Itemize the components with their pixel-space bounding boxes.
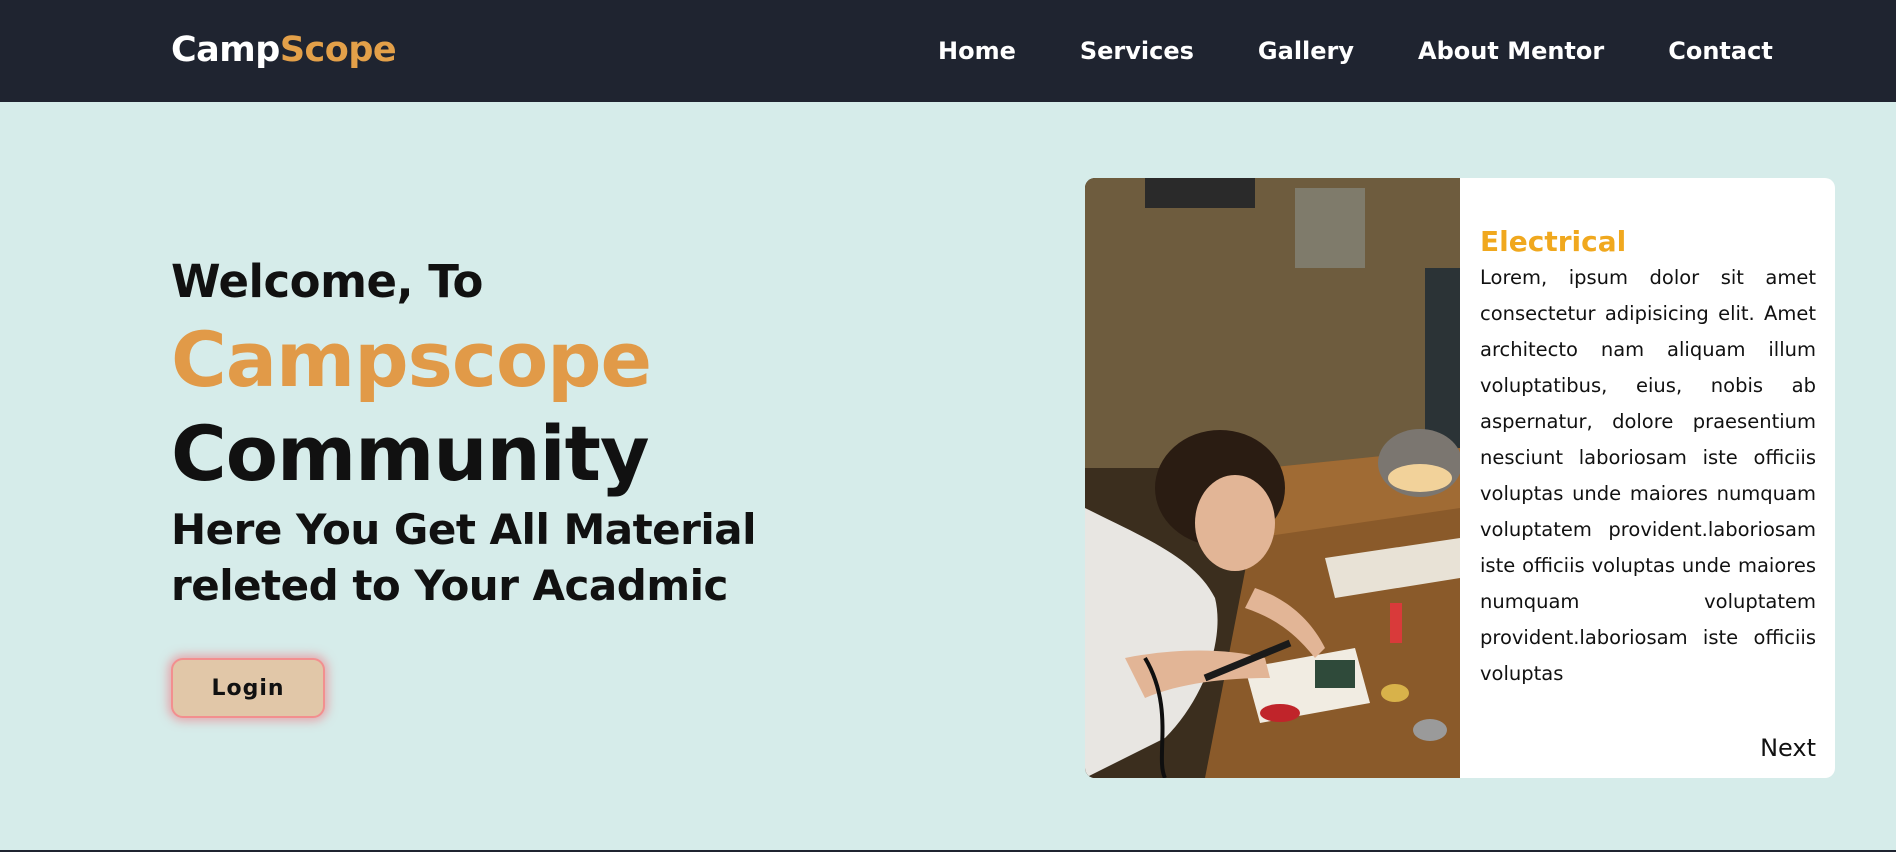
service-card-description: Lorem, ipsum dolor sit amet consectetur … <box>1480 266 1816 685</box>
hero-brand-name: Campscope <box>171 315 652 404</box>
service-card-image <box>1085 178 1460 778</box>
hero-welcome: Welcome, To <box>171 255 483 308</box>
nav-link-gallery[interactable]: Gallery <box>1258 34 1354 68</box>
nav-link-services[interactable]: Services <box>1080 34 1194 68</box>
service-card: Electrical Lorem, ipsum dolor sit amet c… <box>1085 178 1835 778</box>
hero-tagline: Here You Get All Material releted to You… <box>171 505 757 610</box>
soldering-photo-illustration <box>1085 178 1460 778</box>
site-logo[interactable]: CampScope <box>171 28 397 72</box>
nav-link-contact[interactable]: Contact <box>1668 34 1773 68</box>
nav-link-about-mentor[interactable]: About Mentor <box>1418 34 1604 68</box>
navbar: CampScope Home Services Gallery About Me… <box>0 0 1896 102</box>
login-button[interactable]: Login <box>171 658 325 718</box>
logo-main-text: Camp <box>171 30 280 70</box>
nav-link-home[interactable]: Home <box>938 34 1016 68</box>
main-nav: Home Services Gallery About Mentor Conta… <box>938 34 1773 68</box>
service-card-title: Electrical <box>1480 225 1627 258</box>
hero-section: Welcome, To Campscope Community Here You… <box>171 252 931 614</box>
logo-accent-text: Scope <box>279 30 397 70</box>
next-button[interactable]: Next <box>1760 734 1816 762</box>
service-card-body: Electrical Lorem, ipsum dolor sit amet c… <box>1460 178 1835 778</box>
hero-community: Community <box>171 409 650 498</box>
